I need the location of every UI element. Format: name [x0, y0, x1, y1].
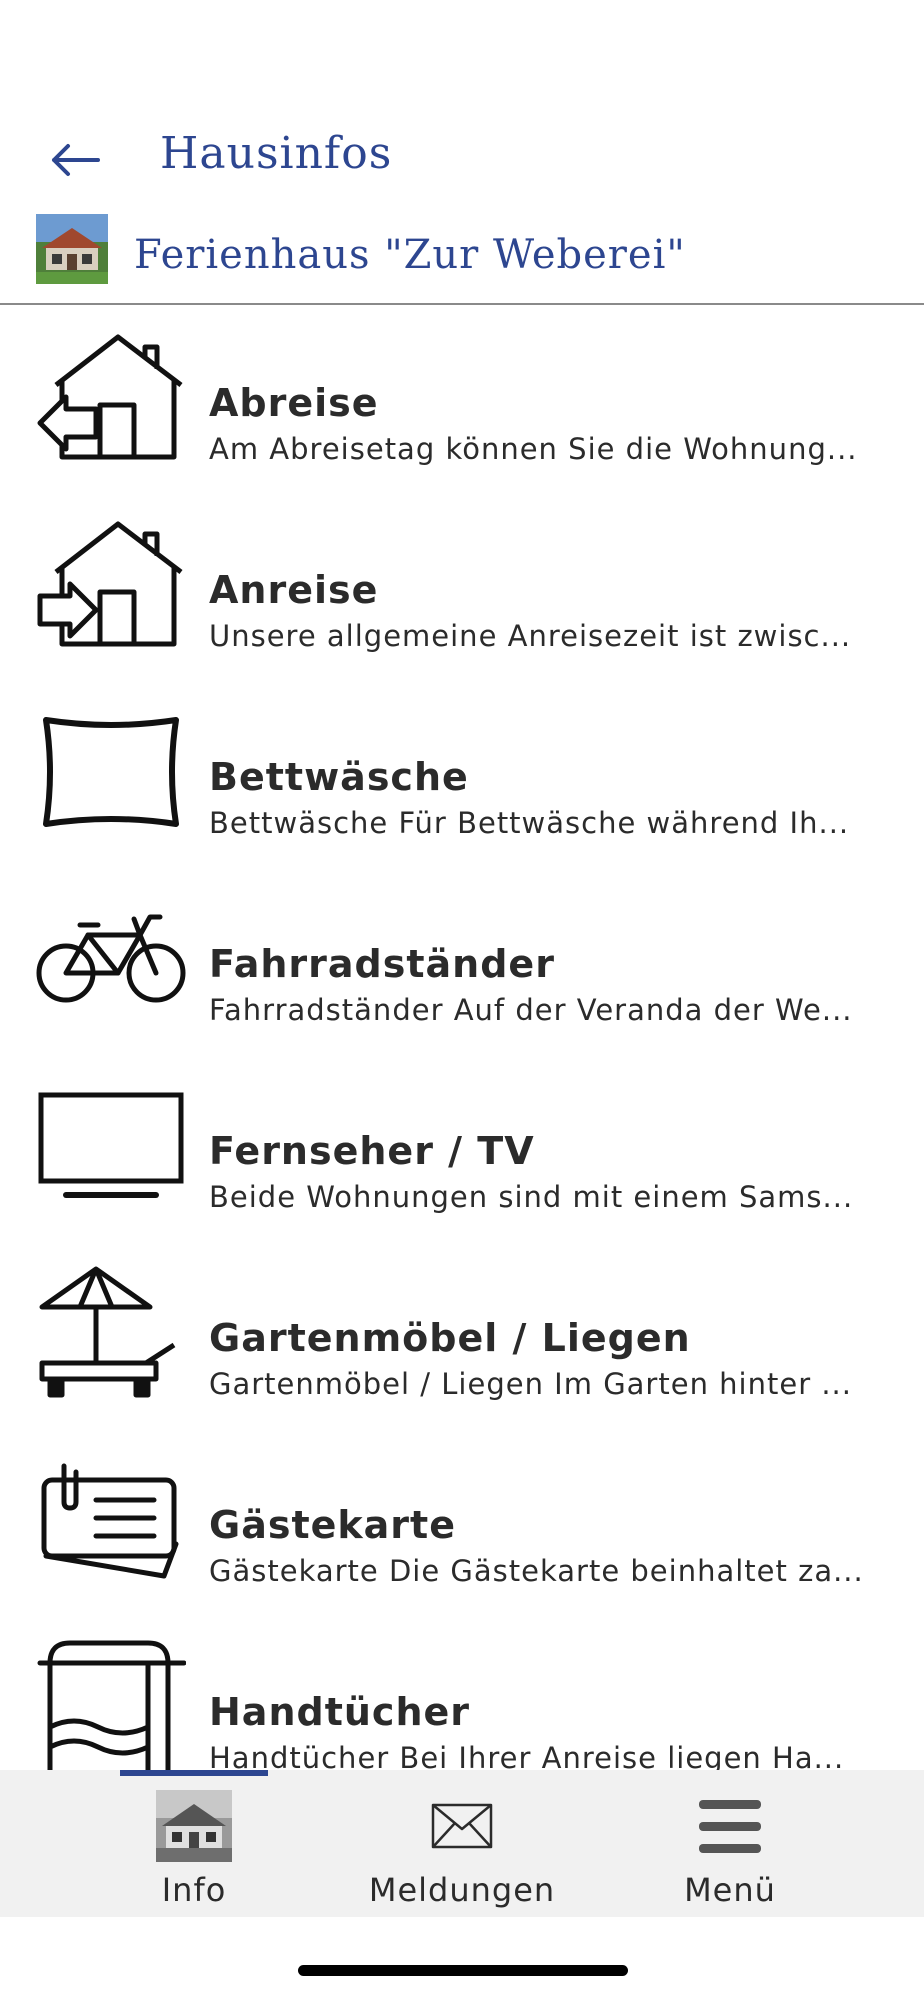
item-title: Fernseher / TV: [209, 1129, 535, 1173]
list-item-abreise[interactable]: Abreise Am Abreisetag können Sie die Woh…: [0, 305, 924, 492]
item-description: Handtücher Bei Ihrer Anreise liegen Ha..…: [209, 1741, 845, 1770]
list-item-anreise[interactable]: Anreise Unsere allgemeine Anreisezeit is…: [0, 492, 924, 679]
hamburger-menu-icon: [692, 1790, 768, 1862]
item-title: Gästekarte: [209, 1503, 456, 1547]
list-item-gaestekarte[interactable]: Gästekarte Gästekarte Die Gästekarte bei…: [0, 1427, 924, 1614]
item-title: Gartenmöbel / Liegen: [209, 1316, 691, 1360]
app-screen: Hausinfos Ferienhaus "Zur Weberei" Abrei…: [0, 0, 924, 2000]
list-item-handtuecher[interactable]: Handtücher Handtücher Bei Ihrer Anreise …: [0, 1614, 924, 1770]
list-item-fahrradstaender[interactable]: Fahrradständer Fahrradständer Auf der Ve…: [0, 866, 924, 1053]
parasol-lounger-icon: [34, 1266, 188, 1398]
tab-label: Meldungen: [368, 1871, 556, 1909]
tab-meldungen[interactable]: Meldungen: [332, 1776, 592, 1917]
list-item-fernseher[interactable]: Fernseher / TV Beide Wohnungen sind mit …: [0, 1053, 924, 1240]
item-description: Beide Wohnungen sind mit einem Sams...: [209, 1180, 854, 1214]
guest-card-icon: [34, 1455, 188, 1585]
item-title: Handtücher: [209, 1690, 471, 1734]
house-photo-icon: [156, 1790, 232, 1862]
towel-icon: [34, 1640, 188, 1770]
back-button[interactable]: [38, 130, 112, 190]
tab-label: Info: [161, 1871, 227, 1909]
list-item-bettwaesche[interactable]: Bettwäsche Bettwäsche Für Bettwäsche wäh…: [0, 679, 924, 866]
house-exit-icon: [34, 333, 188, 463]
pillow-icon: [34, 707, 188, 837]
tab-menu[interactable]: Menü: [600, 1776, 860, 1917]
item-description: Am Abreisetag können Sie die Wohnung...: [209, 432, 858, 466]
info-list: Abreise Am Abreisetag können Sie die Woh…: [0, 305, 924, 1770]
item-description: Gartenmöbel / Liegen Im Garten hinter ..…: [209, 1367, 852, 1401]
list-item-gartenmoebel[interactable]: Gartenmöbel / Liegen Gartenmöbel / Liege…: [0, 1240, 924, 1427]
arrow-left-icon: [52, 144, 100, 176]
envelope-icon: [424, 1790, 500, 1862]
bottom-tab-bar: Info Meldungen Menü: [0, 1770, 924, 1917]
item-title: Anreise: [209, 568, 379, 612]
tab-info[interactable]: Info: [64, 1776, 324, 1917]
item-description: Bettwäsche Für Bettwäsche während Ih...: [209, 806, 850, 840]
item-description: Unsere allgemeine Anreisezeit ist zwisc.…: [209, 619, 852, 653]
item-title: Fahrradständer: [209, 942, 555, 986]
item-description: Fahrradständer Auf der Veranda der We...: [209, 993, 853, 1027]
tab-label: Menü: [684, 1871, 776, 1909]
house-name: Ferienhaus "Zur Weberei": [134, 232, 686, 278]
header: Hausinfos Ferienhaus "Zur Weberei": [0, 0, 924, 305]
item-description: Gästekarte Die Gästekarte beinhaltet za.…: [209, 1554, 864, 1588]
house-thumbnail: [36, 214, 108, 284]
house-enter-icon: [34, 520, 188, 650]
page-title: Hausinfos: [160, 128, 393, 179]
item-title: Abreise: [209, 381, 379, 425]
bicycle-icon: [34, 894, 188, 1024]
home-indicator[interactable]: [298, 1965, 628, 1976]
item-title: Bettwäsche: [209, 755, 469, 799]
tv-icon: [34, 1081, 188, 1211]
